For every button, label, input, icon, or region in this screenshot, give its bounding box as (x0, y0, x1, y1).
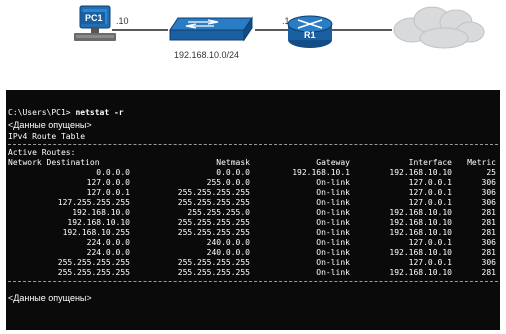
route-netmask: 255.255.255.255 (177, 258, 250, 267)
route-destination: 192.168.10.10 (67, 218, 130, 227)
route-gateway: 192.168.10.1 (292, 168, 350, 177)
route-gateway: On-link (316, 258, 350, 267)
route-netmask: 240.0.0.0 (206, 238, 250, 247)
route-table-row: 192.168.10.0 255.255.255.0 On-link 192.168.… (6, 208, 500, 218)
route-metric: 25 (486, 168, 496, 177)
route-interface: 127.0.0.1 (408, 238, 452, 247)
route-netmask: 255.255.255.255 (177, 188, 250, 197)
route-interface: 127.0.0.1 (408, 258, 452, 267)
route-table-row: 192.168.10.10 255.255.255.255 On-link 192.1… (6, 218, 500, 228)
route-destination: 127.0.0.1 (86, 188, 130, 197)
route-destination: 192.168.10.0 (72, 208, 130, 217)
route-destination: 255.255.255.255 (57, 268, 130, 277)
route-netmask: 255.255.255.255 (177, 218, 250, 227)
route-gateway: On-link (316, 228, 350, 237)
route-table-row: 192.168.10.255 255.255.255.255 On-link 192.… (6, 228, 500, 238)
route-destination: 0.0.0.0 (96, 168, 130, 177)
route-metric: 306 (481, 178, 496, 187)
route-netmask: 240.0.0.0 (206, 248, 250, 257)
column-header-interface: Interface (408, 158, 452, 167)
route-gateway: On-link (316, 238, 350, 247)
route-gateway: On-link (316, 178, 350, 187)
command: netstat -r (75, 108, 124, 117)
route-table-row: 0.0.0.0 0.0.0.0 192.168.10.1 192.168.10.10 2… (6, 168, 500, 178)
route-table-row: 127.255.255.255 255.255.255.255 On-link 127… (6, 198, 500, 208)
route-metric: 281 (481, 208, 496, 217)
route-table-row: 224.0.0.0 240.0.0.0 On-link 127.0.0.1 306 (6, 238, 500, 248)
route-gateway: On-link (316, 218, 350, 227)
route-gateway: On-link (316, 268, 350, 277)
terminal-window: C:\Users\PC1> netstat -r <Данные опущены… (6, 90, 500, 330)
route-destination: 127.0.0.0 (86, 178, 130, 187)
column-header-metric: Metric (467, 158, 496, 167)
route-table-row: 127.0.0.0 255.0.0.0 On-link 127.0.0.1 306 (6, 178, 500, 188)
route-interface: 192.168.10.10 (389, 208, 452, 217)
route-destination: 255.255.255.255 (57, 258, 130, 267)
route-interface: 192.168.10.10 (389, 168, 452, 177)
route-netmask: 255.0.0.0 (206, 178, 250, 187)
separator-line-bottom (8, 281, 498, 282)
network-topology: PC1 .10 192.168.10.0/24 .1 R1 (0, 0, 506, 90)
route-interface: 127.0.0.1 (408, 198, 452, 207)
route-gateway: On-link (316, 198, 350, 207)
topology-diagram: PC1 .10 192.168.10.0/24 .1 R1 (74, 5, 485, 60)
route-metric: 281 (481, 228, 496, 237)
route-table-title: IPv4 Route Table (8, 132, 86, 141)
route-table-row: 255.255.255.255 255.255.255.255 On-link 192… (6, 268, 500, 278)
route-interface: 192.168.10.10 (389, 248, 452, 257)
route-table-body: 0.0.0.0 0.0.0.0 192.168.10.1 192.168.10.10 2… (6, 168, 500, 278)
omitted-note-bottom: <Данные опущены> (8, 293, 92, 303)
route-netmask: 255.255.255.0 (187, 208, 250, 217)
route-metric: 306 (481, 188, 496, 197)
separator-line (8, 144, 498, 145)
column-header-netmask: Netmask (216, 158, 250, 167)
prompt: C:\Users\PC1> (8, 108, 71, 117)
route-netmask: 255.255.255.255 (177, 268, 250, 277)
route-destination: 224.0.0.0 (86, 238, 130, 247)
route-interface: 192.168.10.10 (389, 228, 452, 237)
cloud-icon (393, 6, 485, 49)
route-destination: 224.0.0.0 (86, 248, 130, 257)
route-table-row: 127.0.0.1 255.255.255.255 On-link 127.0.0.1… (6, 188, 500, 198)
route-gateway: On-link (316, 208, 350, 217)
route-destination: 192.168.10.255 (62, 228, 130, 237)
route-metric: 306 (481, 238, 496, 247)
route-interface: 127.0.0.1 (408, 178, 452, 187)
route-metric: 306 (481, 258, 496, 267)
column-header-destination: Network Destination (8, 158, 100, 167)
route-destination: 127.255.255.255 (57, 198, 130, 207)
pc-host-address: .10 (116, 16, 129, 26)
route-table-row: 224.0.0.0 240.0.0.0 On-link 192.168.10.10 28… (6, 248, 500, 258)
route-interface: 192.168.10.10 (389, 218, 452, 227)
route-table-header: Network Destination Netmask Gateway Inte… (6, 158, 500, 168)
route-metric: 281 (481, 218, 496, 227)
active-routes-label: Active Routes: (8, 148, 76, 157)
omitted-note-top: <Данные опущены> (8, 120, 92, 130)
route-metric: 281 (481, 248, 496, 257)
route-netmask: 255.255.255.255 (177, 198, 250, 207)
command-line: C:\Users\PC1> netstat -r (6, 108, 500, 118)
switch-icon (169, 16, 253, 42)
route-netmask: 255.255.255.255 (177, 228, 250, 237)
route-netmask: 0.0.0.0 (216, 168, 250, 177)
route-interface: 192.168.10.10 (389, 268, 452, 277)
column-header-gateway: Gateway (316, 158, 350, 167)
route-gateway: On-link (316, 188, 350, 197)
pc-label: PC1 (85, 13, 103, 23)
network-address: 192.168.10.0/24 (174, 50, 239, 60)
route-metric: 306 (481, 198, 496, 207)
route-interface: 127.0.0.1 (408, 188, 452, 197)
route-gateway: On-link (316, 248, 350, 257)
router-label: R1 (304, 30, 316, 40)
route-table-row: 255.255.255.255 255.255.255.255 On-link 127… (6, 258, 500, 268)
route-metric: 281 (481, 268, 496, 277)
